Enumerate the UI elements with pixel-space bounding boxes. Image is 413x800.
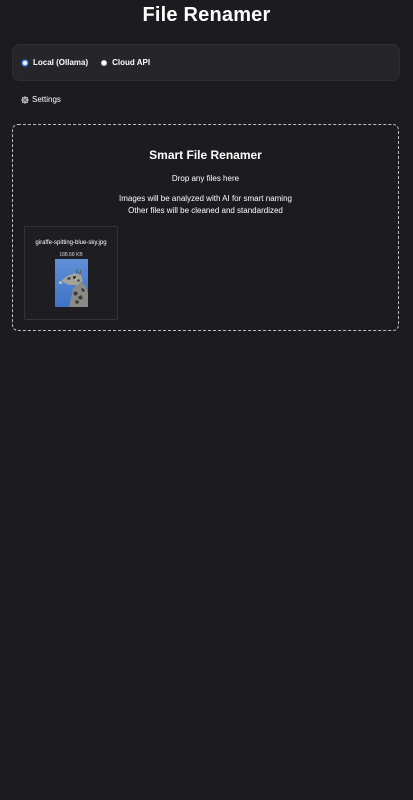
drop-zone-subtitle: Drop any files here [171, 174, 240, 183]
giraffe-photo-thumbnail [55, 259, 88, 307]
file-renamer-app: File Renamer Local (Ollama) Cloud API Se… [0, 0, 413, 800]
file-name: giraffe-spitting-blue-sky.jpg [35, 240, 107, 246]
file-size: 188.68 KB [59, 252, 83, 258]
drop-zone-info-images: Images will be analyzed with AI for smar… [119, 194, 292, 203]
settings-label: Settings [32, 95, 61, 104]
mode-label-cloud: Cloud API [112, 57, 151, 67]
drop-zone-title: Smart File Renamer [149, 148, 262, 162]
mode-selector: Local (Ollama) Cloud API [12, 44, 400, 81]
file-drop-zone[interactable]: Smart File Renamer Drop any files here I… [12, 124, 399, 331]
mode-option-cloud[interactable]: Cloud API [101, 58, 150, 68]
page-title: File Renamer [142, 4, 271, 26]
mode-label-local: Local (Ollama) [33, 57, 89, 67]
file-card[interactable]: giraffe-spitting-blue-sky.jpg 188.68 KB [24, 226, 118, 320]
radio-cloud[interactable] [101, 59, 108, 66]
drop-zone-info-other: Other files will be cleaned and standard… [128, 206, 283, 215]
gear-icon [21, 96, 29, 104]
settings-toggle[interactable]: Settings [20, 95, 61, 105]
radio-local[interactable] [22, 59, 28, 66]
mode-option-local[interactable]: Local (Ollama) [22, 58, 88, 68]
